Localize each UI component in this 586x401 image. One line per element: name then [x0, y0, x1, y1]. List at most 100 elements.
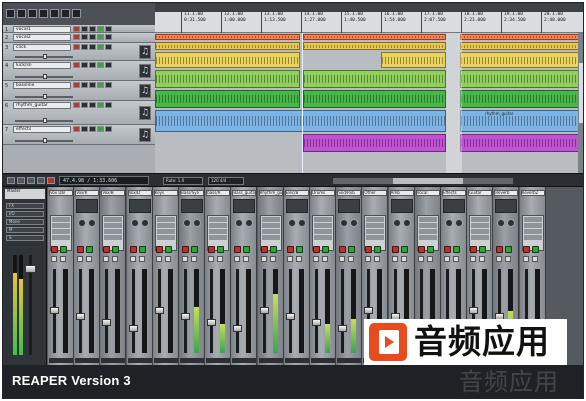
monitor-icon[interactable] [164, 246, 172, 253]
monitor-icon[interactable] [453, 246, 460, 253]
strip-name[interactable]: Other [363, 190, 388, 196]
solo-icon[interactable] [400, 256, 407, 262]
io-routing[interactable] [443, 199, 465, 213]
solo-icon[interactable] [322, 256, 328, 262]
track-rhythm_guitar[interactable]: 6 rhythm_guitar ♫ [3, 101, 155, 125]
volume-knob[interactable] [43, 118, 47, 123]
mixer-strip[interactable]: Vox/R [74, 187, 101, 365]
strip-name[interactable]: Vox/D [127, 190, 152, 196]
width-knob[interactable] [455, 219, 463, 227]
snap-icon[interactable] [72, 9, 81, 18]
record-arm-icon[interactable] [417, 246, 425, 253]
pan-knob[interactable] [497, 219, 506, 227]
volume-fader[interactable] [207, 319, 217, 326]
record-arm-icon[interactable] [208, 246, 216, 253]
record-icon[interactable] [47, 177, 55, 184]
media-item[interactable] [155, 70, 300, 88]
solo-icon[interactable] [89, 62, 96, 68]
goto-start-icon[interactable] [7, 177, 15, 184]
pan-knob[interactable] [340, 219, 349, 227]
mixer-strip[interactable]: Snd/Rvb [336, 187, 363, 365]
record-arm-icon[interactable] [129, 246, 137, 253]
monitor-icon[interactable] [112, 246, 120, 253]
record-arm-icon[interactable] [496, 246, 504, 253]
record-arm-icon[interactable] [73, 82, 80, 88]
strip-name[interactable]: Amb [389, 190, 414, 196]
mute-icon[interactable] [155, 256, 162, 262]
monitor-icon[interactable] [191, 246, 198, 253]
solo-icon[interactable] [348, 256, 355, 262]
width-knob[interactable] [140, 219, 149, 227]
fx-icon[interactable] [97, 82, 104, 88]
strip-name[interactable]: Rhythm_guitar [258, 190, 283, 196]
monitor-icon[interactable] [400, 246, 408, 253]
track-name-field[interactable]: vocal1 [13, 26, 71, 33]
io-routing[interactable] [390, 199, 413, 213]
media-item[interactable] [155, 42, 300, 50]
pan-knob[interactable] [130, 219, 139, 227]
volume-fader[interactable] [259, 307, 269, 314]
record-arm-icon[interactable] [286, 246, 294, 253]
arrange-horizontal-scrollbar[interactable] [333, 178, 513, 184]
mute-icon[interactable] [313, 256, 319, 262]
media-item[interactable] [155, 110, 446, 132]
solo-icon[interactable] [89, 44, 96, 50]
mute-icon[interactable] [496, 256, 503, 262]
width-knob[interactable] [507, 219, 516, 227]
track-kick/sn[interactable]: 4 kick/sn ♫ [3, 61, 155, 81]
strip-name[interactable]: Bass_guitar [232, 190, 257, 196]
track-name-field[interactable]: vocal2 [13, 34, 71, 41]
record-arm-icon[interactable] [470, 246, 478, 253]
solo-icon[interactable] [89, 82, 96, 88]
mixer-strip[interactable]: bass/R [205, 187, 232, 365]
mute-icon[interactable] [81, 126, 88, 132]
volume-fader[interactable] [285, 313, 295, 320]
fx-icon[interactable] [97, 62, 104, 68]
hscroll-thumb[interactable] [393, 178, 463, 184]
volume-fader[interactable] [233, 325, 243, 332]
mixer-strip[interactable]: Bass_guitar [231, 187, 258, 365]
solo-icon[interactable] [479, 256, 486, 262]
record-arm-icon[interactable] [73, 44, 80, 50]
stop-icon[interactable] [37, 177, 45, 184]
pan-knob[interactable] [445, 219, 453, 227]
redo-icon[interactable] [50, 9, 59, 18]
play-icon[interactable] [17, 177, 25, 184]
record-arm-icon[interactable] [313, 246, 320, 253]
solo-icon[interactable] [505, 256, 512, 262]
strip-name[interactable]: Vox/B [101, 190, 126, 196]
record-arm-icon[interactable] [103, 246, 111, 253]
undo-icon[interactable] [39, 9, 48, 18]
solo-icon[interactable] [453, 256, 459, 262]
record-arm-icon[interactable] [182, 246, 189, 253]
monitor-icon[interactable] [217, 246, 225, 253]
solo-icon[interactable] [217, 256, 224, 262]
bpm-display[interactable]: 120 4/4 [208, 177, 244, 185]
strip-name[interactable]: Vox/R [75, 190, 100, 196]
solo-icon[interactable] [89, 102, 96, 108]
master-button[interactable]: I/O [6, 211, 44, 217]
strip-name[interactable]: Drums [311, 190, 335, 196]
strip-name[interactable]: Snd/Rvb [337, 190, 362, 196]
pan-knob[interactable] [78, 219, 87, 227]
media-item[interactable] [155, 90, 300, 108]
io-routing[interactable] [233, 199, 256, 213]
io-icon[interactable] [105, 44, 112, 50]
io-icon[interactable] [105, 126, 112, 132]
arrange-view[interactable]: rhythm_guitar [155, 33, 583, 173]
monitor-icon[interactable] [426, 246, 434, 253]
solo-icon[interactable] [374, 256, 381, 262]
solo-icon[interactable] [89, 26, 96, 32]
fx-icon[interactable] [97, 102, 104, 108]
master-fader[interactable] [25, 265, 36, 273]
mute-icon[interactable] [182, 256, 188, 262]
io-routing[interactable] [338, 199, 361, 213]
volume-knob[interactable] [43, 138, 47, 143]
pan-knob[interactable] [235, 219, 244, 227]
strip-name[interactable]: Bass/Syn [180, 190, 204, 196]
monitor-icon[interactable] [138, 246, 146, 253]
solo-icon[interactable] [89, 126, 96, 132]
mute-icon[interactable] [470, 256, 477, 262]
volume-knob[interactable] [43, 94, 47, 99]
fx-icon[interactable] [97, 126, 104, 132]
